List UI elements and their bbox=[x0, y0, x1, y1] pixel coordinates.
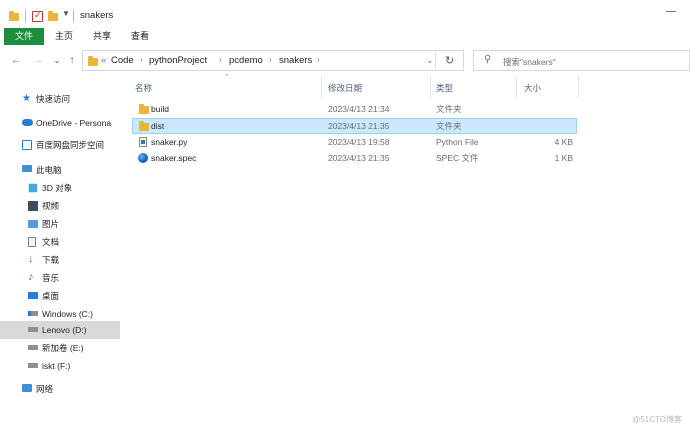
column-header-type[interactable]: 类型 bbox=[436, 80, 453, 96]
baidu-sync-icon bbox=[22, 140, 32, 150]
up-arrow-icon[interactable]: ↑ bbox=[66, 53, 78, 69]
file-modified: 2023/4/13 21:34 bbox=[328, 104, 390, 114]
customize-toolbar-icon[interactable]: ▼ bbox=[62, 9, 70, 18]
file-size: 1 KB bbox=[554, 153, 573, 163]
window-title: snakers bbox=[80, 10, 114, 21]
file-type: 文件夹 bbox=[436, 121, 462, 131]
new-folder-icon[interactable] bbox=[48, 11, 58, 21]
file-name: build bbox=[151, 104, 169, 114]
star-icon: ★ bbox=[22, 93, 31, 104]
column-header-size[interactable]: 大小 bbox=[524, 80, 541, 96]
divider bbox=[435, 51, 436, 70]
search-icon: ⚲ bbox=[484, 54, 492, 65]
breadcrumb-pythonproject[interactable]: pythonProject bbox=[149, 55, 207, 66]
breadcrumb-code[interactable]: Code bbox=[111, 55, 134, 66]
tab-file[interactable]: 文件 bbox=[4, 28, 44, 45]
folder-icon bbox=[139, 121, 149, 131]
divider bbox=[25, 10, 26, 22]
drive-icon bbox=[28, 345, 38, 350]
search-box[interactable]: ⚲ 搜索"snakers" bbox=[473, 50, 690, 71]
chevron-right-icon[interactable]: › bbox=[140, 55, 143, 64]
file-row-selected[interactable]: dist 2023/4/13 21:35 文件夹 bbox=[132, 118, 577, 134]
file-row[interactable]: build 2023/4/13 21:34 文件夹 bbox=[132, 101, 577, 117]
computer-icon bbox=[22, 165, 32, 172]
file-modified: 2023/4/13 21:35 bbox=[328, 121, 390, 131]
folder-icon bbox=[139, 104, 149, 114]
tab-share[interactable]: 共享 bbox=[88, 28, 116, 45]
properties-check-icon[interactable] bbox=[32, 10, 43, 22]
spec-file-icon bbox=[138, 153, 148, 163]
file-type: Python File bbox=[436, 137, 479, 147]
column-divider[interactable] bbox=[321, 76, 322, 98]
file-row[interactable]: snaker.spec 2023/4/13 21:35 SPEC 文件 1 KB bbox=[132, 150, 577, 166]
python-file-icon bbox=[139, 137, 147, 147]
chevron-right-icon[interactable]: › bbox=[317, 55, 320, 64]
column-header-modified[interactable]: 修改日期 bbox=[328, 80, 362, 96]
watermark: @51CTO博客 bbox=[632, 415, 682, 424]
download-icon: ↓ bbox=[28, 253, 34, 265]
sort-indicator-icon: ⌃ bbox=[224, 74, 230, 81]
file-modified: 2023/4/13 19:58 bbox=[328, 137, 390, 147]
refresh-icon[interactable]: ↻ bbox=[445, 54, 454, 67]
file-name: dist bbox=[151, 121, 165, 131]
desktop-icon bbox=[28, 292, 38, 299]
minimize-button[interactable]: — bbox=[666, 6, 676, 17]
file-modified: 2023/4/13 21:35 bbox=[328, 153, 390, 163]
cloud-icon bbox=[22, 119, 33, 126]
breadcrumb-snakers[interactable]: snakers bbox=[279, 55, 312, 66]
file-row[interactable]: snaker.py 2023/4/13 19:58 Python File 4 … bbox=[132, 134, 577, 150]
title-bar: ▼ snakers — bbox=[0, 0, 690, 28]
breadcrumb-pcdemo[interactable]: pcdemo bbox=[229, 55, 263, 66]
file-type: 文件夹 bbox=[436, 104, 462, 114]
folder-icon bbox=[9, 11, 19, 21]
video-icon bbox=[28, 201, 38, 211]
chevron-right-icon[interactable]: › bbox=[219, 55, 222, 64]
network-icon bbox=[22, 384, 32, 392]
music-icon: ♪ bbox=[28, 271, 34, 283]
drive-icon bbox=[28, 327, 38, 332]
drive-icon bbox=[28, 363, 38, 368]
drive-windows-icon bbox=[28, 311, 38, 316]
search-input[interactable]: 搜索"snakers" bbox=[503, 56, 556, 68]
column-header-name[interactable]: 名称 bbox=[135, 80, 152, 96]
recent-dropdown-icon[interactable]: ⌄ bbox=[51, 53, 63, 69]
file-name: snaker.spec bbox=[151, 153, 197, 163]
file-type: SPEC 文件 bbox=[436, 153, 479, 163]
column-divider[interactable] bbox=[516, 76, 517, 98]
address-dropdown-icon[interactable]: ⌄ bbox=[426, 55, 434, 66]
chevron-right-icon[interactable]: › bbox=[269, 55, 272, 64]
picture-icon bbox=[28, 220, 38, 228]
tab-view[interactable]: 查看 bbox=[126, 28, 154, 45]
forward-arrow-icon[interactable]: → bbox=[32, 53, 44, 69]
column-divider[interactable] bbox=[578, 76, 579, 98]
document-icon bbox=[28, 237, 36, 247]
back-arrow-icon[interactable]: ← bbox=[10, 53, 22, 69]
folder-icon bbox=[88, 56, 98, 66]
cube-icon bbox=[28, 183, 38, 193]
column-divider[interactable] bbox=[430, 76, 431, 98]
divider bbox=[73, 10, 74, 22]
file-name: snaker.py bbox=[151, 137, 188, 147]
ribbon-tabs: 文件 主页 共享 查看 bbox=[0, 28, 690, 46]
tab-home[interactable]: 主页 bbox=[50, 28, 78, 45]
address-bar[interactable]: « Code › pythonProject › pcdemo › snaker… bbox=[82, 50, 464, 71]
file-size: 4 KB bbox=[554, 137, 573, 147]
address-row: ← → ⌄ ↑ « Code › pythonProject › pcdemo … bbox=[0, 50, 690, 72]
breadcrumb-overflow[interactable]: « bbox=[101, 55, 106, 66]
navigation-pane: ★ 快速访问 OneDrive - Persona 百度网盘同步空间 此电脑 3… bbox=[0, 86, 124, 416]
